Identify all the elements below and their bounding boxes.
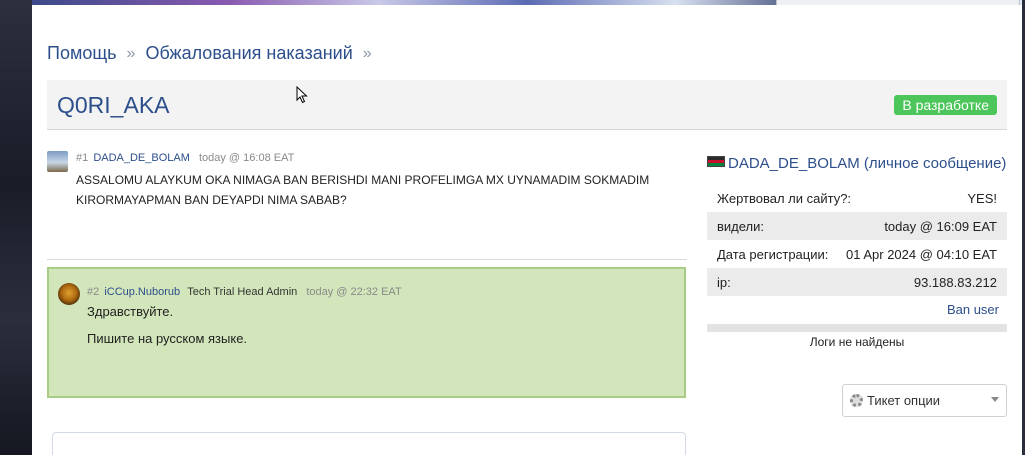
info-value: today @ 16:09 EAT (884, 218, 997, 234)
info-value: 93.188.83.212 (913, 274, 997, 290)
post-1: #1 DADA_DE_BOLAM today @ 16:08 EAT ASSAL… (47, 150, 687, 260)
post-number[interactable]: #2 (87, 286, 99, 298)
info-label: ip: (717, 274, 731, 290)
post-meta: #2 iCCup.Nuborub Tech Trial Head Admin t… (87, 286, 402, 298)
author-role: Tech Trial Head Admin (187, 286, 298, 298)
info-row-registration: Дата регистрации: 01 Apr 2024 @ 04:10 EA… (707, 240, 1007, 268)
post-time: today @ 22:32 EAT (306, 286, 402, 298)
info-label: Жертвовал ли сайту?: (717, 190, 852, 206)
breadcrumb-separator: » (126, 44, 136, 62)
info-row-donated: Жертвовал ли сайту?: YES! (707, 184, 1007, 212)
post-body: ASSALOMU ALAYKUM OKA NIMAGA BAN BERISHDI… (76, 173, 650, 207)
info-value: 01 Apr 2024 @ 04:10 EAT (846, 246, 997, 262)
background-left (0, 0, 32, 455)
breadcrumb-link-appeals[interactable]: Обжалования наказаний (145, 43, 352, 64)
user-info-table: Жертвовал ли сайту?: YES! видели: today … (707, 184, 1007, 296)
post-2: #2 iCCup.Nuborub Tech Trial Head Admin t… (47, 267, 686, 398)
private-message-link[interactable]: (личное сообщение) (864, 155, 1007, 172)
user-info-sidebar: DADA_DE_BOLAM (личное сообщение) Жертвов… (707, 153, 1007, 417)
gear-icon (850, 394, 863, 407)
post-time: today @ 16:08 EAT (198, 152, 295, 164)
thread-title: Q0RI_AKA (57, 92, 170, 118)
chevron-down-icon (991, 397, 999, 402)
profile-heading: DADA_DE_BOLAM (личное сообщение) (707, 153, 1007, 175)
reply-editor[interactable] (52, 432, 686, 455)
ban-user-link[interactable]: Ban user (707, 296, 1007, 324)
avatar[interactable] (58, 283, 80, 305)
profile-username-link[interactable]: DADA_DE_BOLAM (728, 155, 860, 172)
breadcrumb-separator: » (362, 44, 372, 62)
status-badge: В разработке (894, 95, 997, 115)
thread-header: Q0RI_AKA В разработке (47, 80, 1007, 130)
info-row-last-seen: видели: today @ 16:09 EAT (707, 212, 1007, 240)
breadcrumb-link-help[interactable]: Помощь (47, 43, 117, 64)
info-row-ip: ip: 93.188.83.212 (707, 268, 1007, 296)
post-author-link[interactable]: DADA_DE_BOLAM (93, 152, 190, 164)
info-label: Дата регистрации: (717, 246, 829, 262)
mouse-cursor-icon (296, 86, 308, 104)
ticket-options-dropdown[interactable]: Тикет опции (842, 384, 1007, 417)
post-author-link[interactable]: iCCup.Nuborub (104, 286, 180, 298)
avatar[interactable] (47, 151, 68, 172)
post-meta: #1 DADA_DE_BOLAM today @ 16:08 EAT (76, 152, 294, 164)
info-value: YES! (967, 190, 997, 206)
post-body: Здравствуйте. Пишите на русском языке. (87, 303, 247, 357)
post-paragraph: Пишите на русском языке. (87, 331, 248, 346)
info-label: видели: (717, 218, 765, 234)
flag-icon (707, 156, 725, 167)
post-number[interactable]: #1 (76, 152, 88, 164)
post-paragraph: Здравствуйте. (87, 304, 174, 319)
divider (707, 324, 1007, 332)
logs-status: Логи не найдены (809, 335, 905, 349)
breadcrumb: Помощь » Обжалования наказаний » (47, 43, 382, 64)
ticket-options-label: Тикет опции (867, 393, 941, 408)
main-content: Помощь » Обжалования наказаний » Q0RI_AK… (32, 5, 1022, 455)
